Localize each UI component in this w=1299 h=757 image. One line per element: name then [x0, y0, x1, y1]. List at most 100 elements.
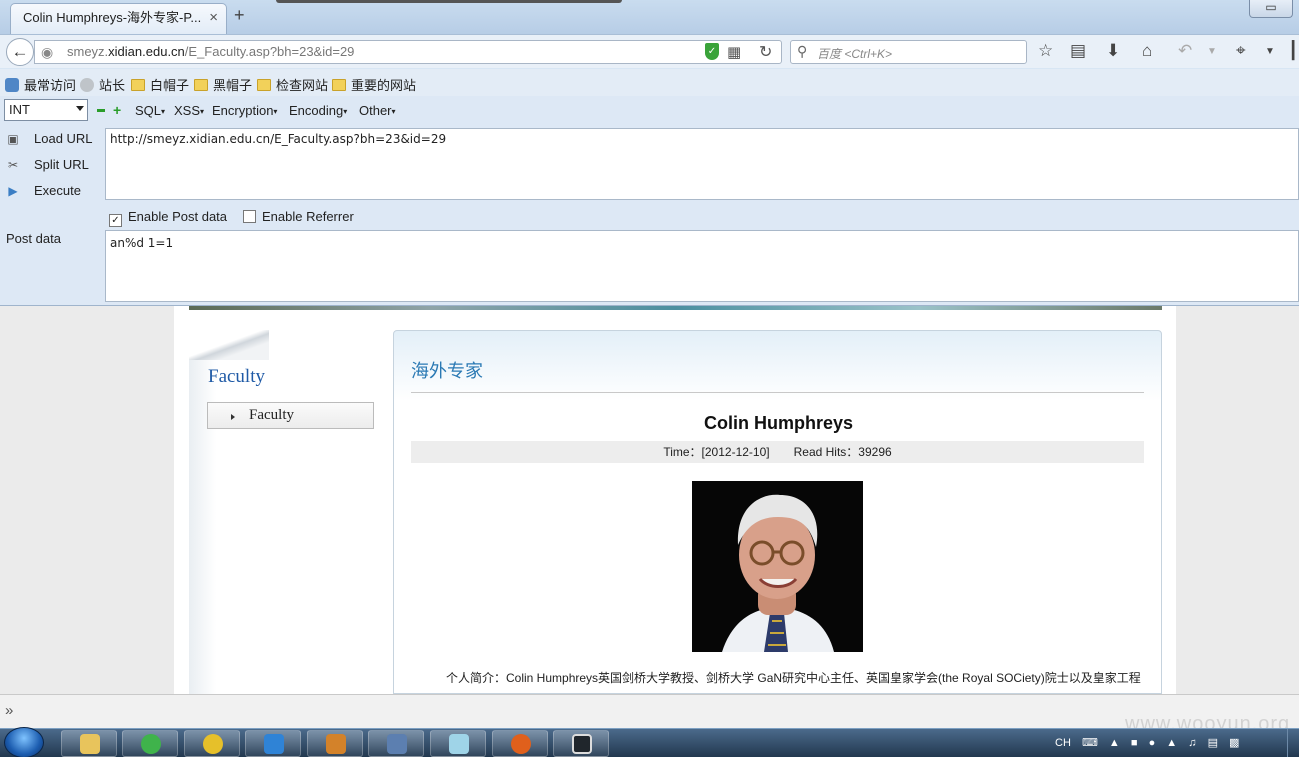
download-icon[interactable]: ⬇ — [1106, 41, 1120, 61]
tray-antivirus-icon[interactable]: ▲ — [1166, 729, 1177, 757]
back-arrow-icon[interactable]: ← — [6, 38, 34, 66]
menu-encoding[interactable]: Encoding▾ — [289, 103, 347, 118]
menu-encryption[interactable]: Encryption▾ — [212, 103, 277, 118]
main-content: 海外专家 Colin Humphreys Time：[2012-12-10] Re… — [393, 330, 1162, 694]
url-text[interactable]: smeyz.xidian.edu.cn/E_Faculty.asp?bh=23&… — [67, 44, 354, 59]
app-icon — [203, 734, 223, 754]
dropdown-icon: ▾ — [273, 107, 278, 116]
bookmark-list-icon[interactable]: ▤ — [1070, 41, 1086, 61]
bookmarks-bar: 最常访问 站长 白帽子 黑帽子 检查网站 重要的网站 — [0, 69, 1299, 96]
article-paragraph: 个人简介：Colin Humphreys英国剑桥大学教授、剑桥大学 GaN研究中… — [446, 671, 1141, 685]
bookmarks-icon — [5, 78, 19, 92]
chevron-down-icon — [76, 106, 84, 111]
checkbox-checked[interactable]: ✓ — [109, 214, 122, 227]
load-url-icon: ▣ — [7, 132, 19, 146]
sidebar-item-faculty[interactable]: Faculty — [207, 402, 374, 429]
post-data-label: Post data — [6, 231, 61, 246]
show-desktop-button[interactable] — [1287, 729, 1299, 757]
double-chevron-icon[interactable]: » — [5, 702, 13, 719]
bookmark-webmaster[interactable]: 站长 — [80, 75, 125, 94]
bookmark-black-hat[interactable]: 黑帽子 — [194, 75, 252, 94]
start-button[interactable] — [4, 727, 44, 757]
post-data-textarea[interactable]: an%d 1=1 — [105, 230, 1299, 302]
bookmark-white-hat[interactable]: 白帽子 — [131, 75, 189, 94]
menu-xss[interactable]: XSS▾ — [174, 103, 204, 118]
taskbar-notes[interactable] — [430, 730, 486, 757]
star-icon[interactable]: ☆ — [1038, 41, 1053, 61]
taskbar-firefox[interactable] — [492, 730, 548, 757]
overflow-icon[interactable]: ┃ — [1288, 41, 1298, 61]
language-indicator[interactable]: CH — [1055, 729, 1071, 757]
undo-dropdown-icon[interactable]: ▼ — [1207, 46, 1217, 57]
dropdown-icon: ▾ — [391, 107, 396, 116]
url-prefix: smeyz. — [67, 44, 109, 59]
undo-icon[interactable]: ↶ — [1178, 41, 1192, 61]
keyboard-icon[interactable]: ⌨ — [1082, 729, 1098, 757]
url-path: /E_Faculty.asp?bh=23&id=29 — [184, 44, 355, 59]
taskbar-image-viewer[interactable] — [368, 730, 424, 757]
bookmark-check-site[interactable]: 检查网站 — [257, 75, 328, 94]
scissors-icon: ✂ — [7, 158, 19, 172]
shield-icon[interactable]: ✓ — [705, 43, 719, 60]
search-bar[interactable]: ⚲ 百度 <Ctrl+K> — [790, 40, 1027, 64]
url-bar[interactable]: ◉ smeyz.xidian.edu.cn/E_Faculty.asp?bh=2… — [34, 40, 782, 64]
tray-expand-icon[interactable]: ▲ — [1109, 729, 1120, 757]
enable-post-checkbox[interactable]: ✓ Enable Post data — [109, 209, 227, 227]
taskbar-window[interactable] — [553, 730, 609, 757]
folder-icon — [80, 734, 100, 754]
hackbar-panel: INT + SQL▾ XSS▾ Encryption▾ Encoding▾ Ot… — [0, 96, 1299, 306]
tab-active[interactable]: Colin Humphreys-海外专家-P... × — [10, 3, 227, 34]
reload-icon[interactable]: ↻ — [759, 42, 772, 62]
tab-close-icon[interactable]: × — [209, 4, 218, 32]
menu-label: Encoding — [289, 103, 344, 118]
qr-code-icon[interactable]: ▦ — [727, 43, 741, 61]
bookmark-important-sites[interactable]: 重要的网站 — [332, 75, 416, 94]
taskbar-app-green[interactable] — [184, 730, 240, 757]
globe-icon — [80, 78, 94, 92]
window-icon — [572, 734, 592, 754]
decrease-icon[interactable] — [97, 109, 105, 112]
menu-sql[interactable]: SQL▾ — [135, 103, 165, 118]
app-icon — [264, 734, 284, 754]
split-url-button[interactable]: ✂ Split URL — [6, 157, 89, 172]
bookmark-label: 检查网站 — [276, 78, 329, 93]
tray-app-icon[interactable]: ■ — [1131, 729, 1138, 757]
volume-icon[interactable]: ♫ — [1188, 729, 1196, 757]
window-restore-button[interactable]: ▭ — [1249, 0, 1293, 18]
type-select-value: INT — [9, 102, 30, 117]
taskbar-ie[interactable] — [122, 730, 178, 757]
menu-other[interactable]: Other▾ — [359, 103, 396, 118]
taskbar-explorer[interactable] — [61, 730, 117, 757]
play-icon: ▶ — [8, 184, 18, 198]
section-title: 海外专家 — [411, 361, 483, 381]
signal-icon[interactable]: ▩ — [1229, 729, 1239, 757]
image-icon — [387, 734, 407, 754]
sidebar-item-label: Faculty — [249, 407, 294, 423]
bookmark-label: 重要的网站 — [351, 78, 417, 93]
page-viewport[interactable]: Faculty Faculty 海外专家 Colin Humphreys Tim… — [0, 306, 1299, 694]
taskbar-sublime[interactable] — [307, 730, 363, 757]
bookmark-label: 白帽子 — [150, 78, 190, 93]
search-icon: ⚲ — [797, 43, 808, 59]
url-domain: xidian.edu.cn — [108, 44, 185, 59]
menu-dropdown-icon[interactable]: ▼ — [1265, 46, 1275, 57]
url-textarea[interactable]: http://smeyz.xidian.edu.cn/E_Faculty.asp… — [105, 128, 1299, 200]
sidebar: Faculty Faculty — [189, 330, 384, 694]
execute-button[interactable]: ▶ Execute — [6, 183, 81, 198]
type-select[interactable]: INT — [4, 99, 88, 121]
tab-title: Colin Humphreys-海外专家-P... — [23, 10, 202, 25]
network-icon[interactable]: ▤ — [1208, 729, 1218, 757]
crop-icon[interactable]: ⌖ — [1236, 41, 1246, 61]
dropdown-icon: ▾ — [161, 107, 166, 116]
enable-referrer-label: Enable Referrer — [262, 209, 354, 224]
increase-icon[interactable]: + — [113, 102, 121, 118]
enable-referrer-checkbox[interactable]: Enable Referrer — [243, 209, 354, 224]
bookmark-most-visited[interactable]: 最常访问 — [5, 75, 76, 94]
new-tab-icon[interactable]: + — [234, 5, 245, 26]
home-icon[interactable]: ⌂ — [1142, 41, 1152, 61]
search-input[interactable]: 百度 <Ctrl+K> — [817, 45, 892, 62]
tray-security-icon[interactable]: ● — [1149, 729, 1156, 757]
taskbar-app-blue[interactable] — [245, 730, 301, 757]
load-url-button[interactable]: ▣ Load URL — [6, 131, 92, 146]
checkbox-unchecked[interactable] — [243, 210, 256, 223]
